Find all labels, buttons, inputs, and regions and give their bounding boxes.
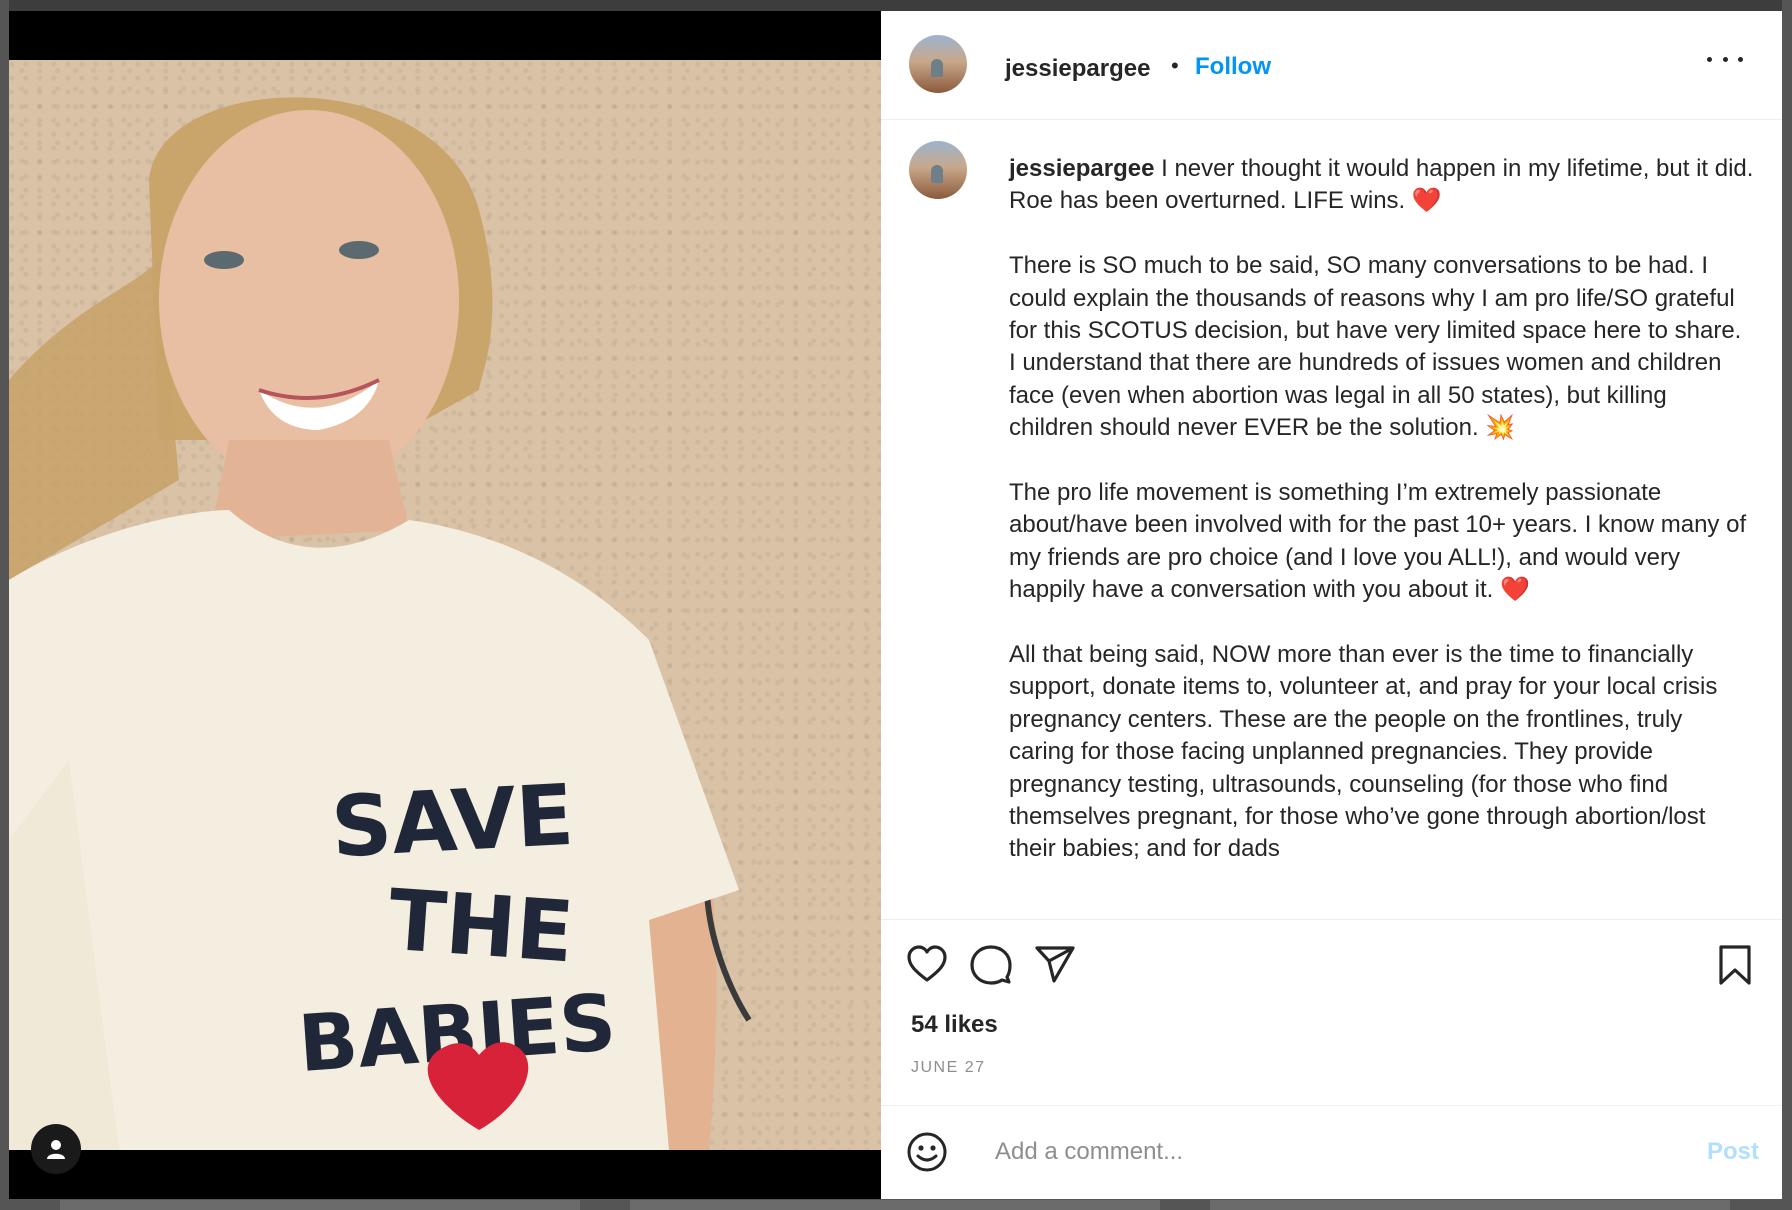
user-tag-button[interactable] [31, 1124, 81, 1174]
caption-area: jessiepargee I never thought it would ha… [881, 119, 1782, 920]
comment-bar: Post [881, 1105, 1782, 1200]
action-bar [881, 919, 1782, 995]
caption-username[interactable]: jessiepargee [1009, 155, 1154, 182]
background-right [1782, 0, 1792, 1210]
caption-paragraph: The pro life movement is something I’m e… [1009, 477, 1754, 607]
comment-input[interactable] [993, 1130, 1657, 1174]
background-left [0, 0, 9, 1210]
post-modal: SAVE THE BABIES jessiepargee • Follow je… [9, 11, 1782, 1199]
more-options-button[interactable] [1707, 49, 1743, 69]
author-avatar[interactable] [909, 35, 967, 93]
heart-emoji: ❤️ [1499, 576, 1530, 604]
caption-paragraph: jessiepargee I never thought it would ha… [1009, 153, 1754, 218]
send-icon[interactable] [1033, 943, 1077, 987]
background-thumbnail [60, 1200, 580, 1210]
media-pane: SAVE THE BABIES [9, 11, 881, 1199]
svg-text:SAVE: SAVE [329, 766, 576, 877]
heart-emoji: ❤️ [1411, 187, 1442, 215]
caption-text: jessiepargee I never thought it would ha… [1009, 153, 1754, 898]
background-thumbnail [1210, 1200, 1730, 1210]
author-username[interactable]: jessiepargee [1005, 55, 1150, 83]
post-header: jessiepargee • Follow [881, 11, 1782, 120]
more-icon-dot [1722, 56, 1728, 62]
caption-paragraph-text: There is SO much to be said, SO many con… [1009, 252, 1742, 442]
photo-illustration: SAVE THE BABIES [9, 97, 752, 1150]
user-tag-icon [47, 1140, 65, 1159]
caption-paragraph: There is SO much to be said, SO many con… [1009, 250, 1754, 444]
post-date[interactable]: JUNE 27 [911, 1059, 986, 1077]
bookmark-icon[interactable] [1713, 943, 1757, 987]
background-thumbnail [630, 1200, 1160, 1210]
comment-icon[interactable] [969, 943, 1013, 987]
svg-text:THE: THE [385, 871, 576, 982]
post-comment-button[interactable]: Post [1707, 1138, 1759, 1166]
likes-count[interactable]: 54 likes [911, 1011, 998, 1039]
caption-paragraph: All that being said, NOW more than ever … [1009, 639, 1754, 866]
more-icon-dot [1738, 56, 1743, 62]
post-photo[interactable]: SAVE THE BABIES [9, 60, 881, 1174]
boom-emoji: 💥 [1485, 414, 1516, 442]
header-separator: • [1171, 53, 1179, 78]
caption-paragraph-text: All that being said, NOW more than ever … [1009, 641, 1718, 863]
caption-author-avatar[interactable] [909, 141, 967, 199]
heart-icon[interactable] [905, 943, 949, 987]
post-sidebar: jessiepargee • Follow jessiepargee I nev… [881, 11, 1782, 1199]
smiley-icon[interactable] [905, 1130, 949, 1174]
follow-button[interactable]: Follow [1195, 53, 1271, 81]
caption-paragraph-text: The pro life movement is something I’m e… [1009, 479, 1747, 604]
more-icon [1707, 56, 1712, 62]
